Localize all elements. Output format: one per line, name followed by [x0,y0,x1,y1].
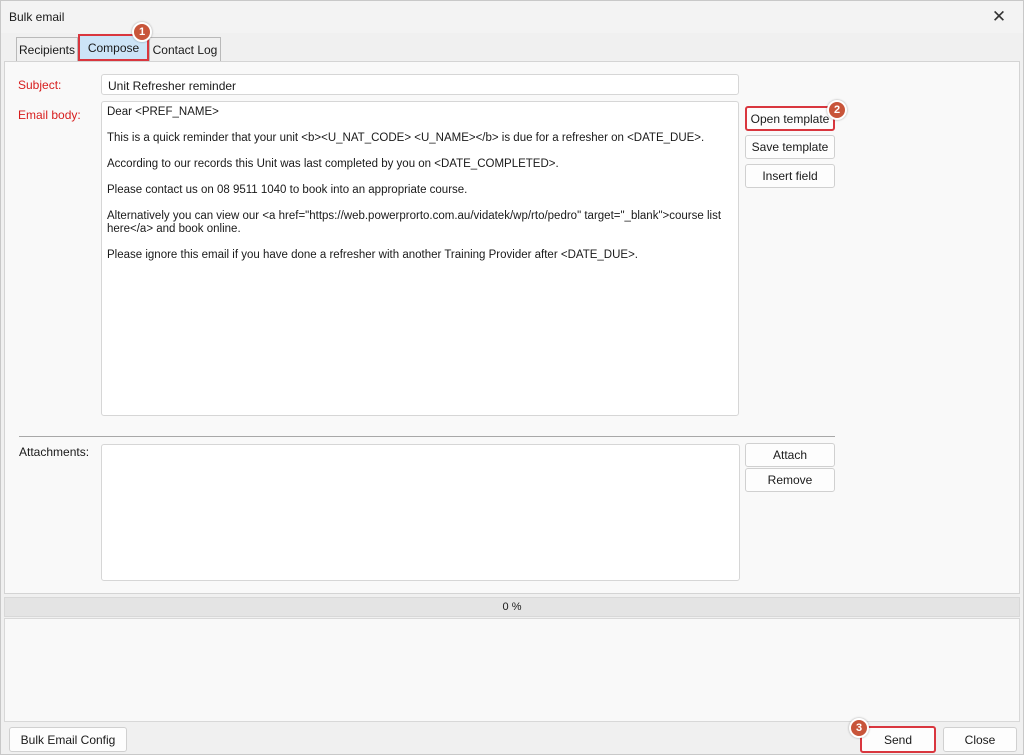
body-line: Please contact us on 08 9511 1040 to boo… [107,184,468,196]
body-line: Dear <PREF_NAME> [107,106,219,118]
save-template-button[interactable]: Save template [745,135,835,159]
email-body-textarea[interactable]: Dear <PREF_NAME> This is a quick reminde… [101,101,739,416]
body-line: According to our records this Unit was l… [107,158,559,170]
progress-text: 0 % [502,601,522,613]
step-badge-2: 2 [827,100,847,120]
attach-button[interactable]: Attach [745,443,835,467]
tab-contact-log[interactable]: Contact Log [149,37,221,61]
window-title: Bulk email [9,10,65,24]
subject-label: Subject: [18,78,62,92]
send-button[interactable]: Send [860,726,936,753]
close-button[interactable]: Close [943,727,1017,752]
subject-input[interactable]: Unit Refresher reminder [101,74,739,95]
bulk-email-window: Bulk email ✕ Recipients Compose Contact … [0,0,1024,755]
divider [19,436,835,437]
attachments-label: Attachments: [19,445,90,459]
bulk-email-config-button[interactable]: Bulk Email Config [9,727,127,752]
status-log-area [4,618,1020,722]
attachments-list[interactable] [101,444,740,581]
title-bar: Bulk email ✕ [1,1,1023,33]
tab-recipients[interactable]: Recipients [16,37,78,61]
email-body-label: Email body: [18,108,81,122]
step-badge-1: 1 [132,22,152,42]
body-line: Alternatively you can view our <a href="… [107,210,722,235]
open-template-button[interactable]: Open template [745,106,835,131]
body-line: This is a quick reminder that your unit … [107,132,705,144]
progress-bar: 0 % [4,597,1020,617]
close-icon[interactable]: ✕ [983,5,1015,29]
step-badge-3: 3 [849,718,869,738]
insert-field-button[interactable]: Insert field [745,164,835,188]
remove-button[interactable]: Remove [745,468,835,492]
body-line: Please ignore this email if you have don… [107,249,638,261]
